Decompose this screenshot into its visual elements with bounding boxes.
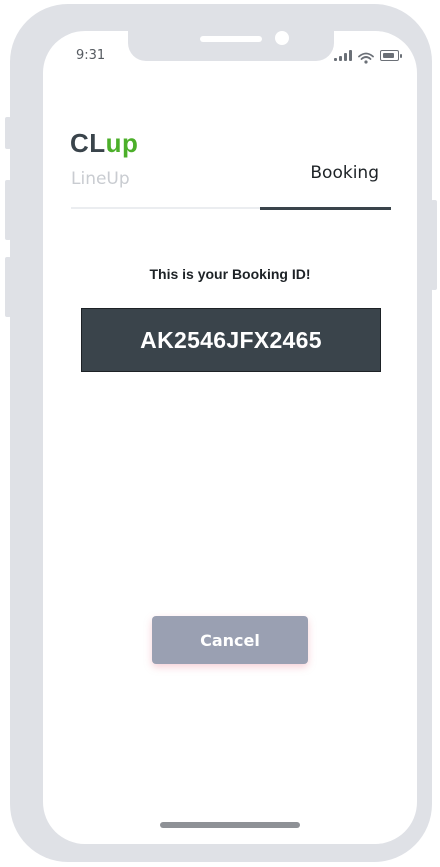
tab-bar: LineUp Booking <box>71 157 391 210</box>
phone-notch <box>128 31 334 61</box>
booking-id-value: AK2546JFX2465 <box>140 326 322 353</box>
tab-lineup-label: LineUp <box>71 169 130 189</box>
signal-icon <box>334 50 352 61</box>
logo-part-cl: CL <box>70 128 106 158</box>
tab-lineup[interactable]: LineUp <box>71 157 260 209</box>
home-indicator <box>160 822 300 828</box>
status-icons <box>334 49 402 64</box>
app-logo: CLup <box>70 128 138 159</box>
tab-booking-label: Booking <box>310 163 379 183</box>
wifi-icon <box>358 49 374 64</box>
cancel-button[interactable]: Cancel <box>152 616 308 664</box>
phone-frame: 9:31 CLup LineUp Booking This is your Bo… <box>10 4 432 862</box>
battery-icon <box>380 50 402 61</box>
logo-part-up: up <box>105 128 139 158</box>
status-time: 9:31 <box>76 48 106 63</box>
tab-booking[interactable]: Booking <box>260 157 391 210</box>
speaker-grille <box>200 36 262 42</box>
booking-id-box: AK2546JFX2465 <box>81 308 381 372</box>
booking-id-caption: This is your Booking ID! <box>149 266 311 282</box>
phone-screen: 9:31 CLup LineUp Booking This is your Bo… <box>43 31 417 844</box>
front-camera <box>275 31 289 45</box>
